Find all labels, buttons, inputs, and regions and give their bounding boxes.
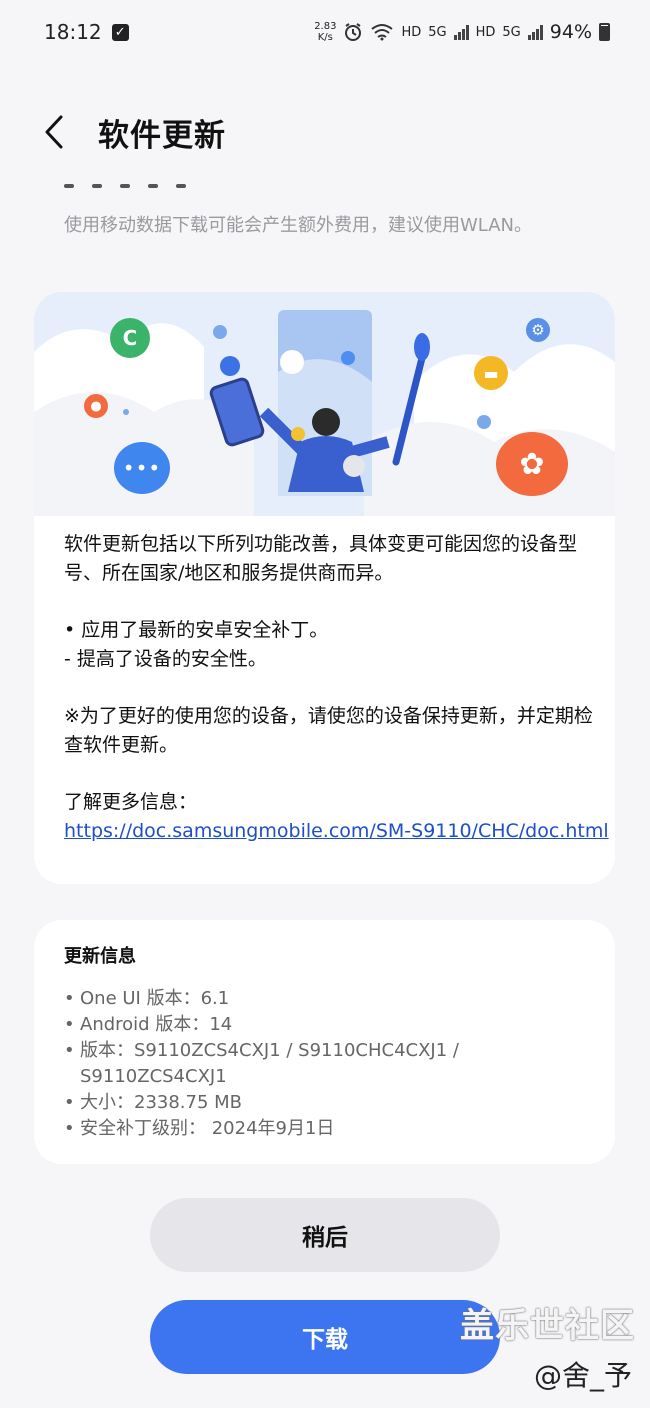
battery-icon: [599, 23, 610, 41]
download-button[interactable]: 下载: [150, 1300, 500, 1374]
back-icon[interactable]: [36, 114, 72, 150]
status-right: 2.83 K/s HD 5G HD 5G 94%: [314, 21, 610, 43]
status-time: 18:12: [44, 20, 102, 44]
header: 软件更新: [36, 100, 226, 164]
list-item: 版本：S9110ZCS4CXJ1 / S9110CHC4CXJ1 / S9110…: [64, 1038, 585, 1090]
data-notice: 使用移动数据下载可能会产生额外费用，建议使用WLAN。: [64, 215, 533, 236]
watermark-user: @舍_予: [534, 1359, 633, 1392]
wifi-icon: [371, 24, 394, 41]
list-item: 安全补丁级别： 2024年9月1日: [64, 1116, 585, 1142]
page-title: 软件更新: [98, 117, 226, 154]
description-intro: 软件更新包括以下所列功能改善，具体变更可能因您的设备型号、所在国家/地区和服务提…: [64, 533, 578, 584]
list-item: Android 版本：14: [64, 1012, 585, 1038]
alarm-icon: [345, 23, 362, 41]
list-item: 大小：2338.75 MB: [64, 1090, 585, 1116]
description-advice: ※为了更好的使用您的设备，请使您的设备保持更新，并定期检查软件更新。: [64, 705, 593, 756]
net-speed-value: 2.83: [314, 21, 337, 32]
doc-link[interactable]: https://doc.samsungmobile.com/SM-S9110/C…: [64, 817, 609, 846]
signal-icon: [527, 24, 543, 40]
signal-icon: [453, 24, 469, 40]
battery-percent: 94%: [549, 21, 592, 43]
net-speed-unit: K/s: [317, 32, 333, 43]
status-bar: 18:12 ✓ 2.83 K/s HD 5G HD 5G 94%: [0, 0, 650, 64]
scrolled-text-fragment: [64, 168, 244, 188]
more-info-label: 了解更多信息：: [64, 791, 198, 813]
info-card: C ● ••• ⚙ ▬ ✿ 软件更新包括以下所列功能改善，具体变更可能因您的设备…: [34, 292, 615, 884]
gear-icon: ⚙: [526, 318, 550, 342]
hd-label-1: HD: [401, 24, 422, 40]
checkbox-icon: ✓: [111, 23, 129, 41]
network-label-1: 5G: [428, 24, 447, 40]
folder-icon: ▬: [474, 356, 508, 390]
update-description: 软件更新包括以下所列功能改善，具体变更可能因您的设备型号、所在国家/地区和服务提…: [64, 530, 609, 846]
person-icon: ●: [84, 394, 108, 418]
update-info-title: 更新信息: [64, 946, 136, 967]
update-info-list: One UI 版本：6.1 Android 版本：14 版本：S9110ZCS4…: [64, 986, 585, 1142]
net-speed: 2.83 K/s: [314, 21, 336, 43]
list-item: One UI 版本：6.1: [64, 986, 585, 1012]
chat-icon: •••: [114, 442, 170, 494]
description-bullet-2: - 提高了设备的安全性。: [64, 648, 267, 670]
phone-icon: C: [110, 318, 150, 358]
later-button[interactable]: 稍后: [150, 1198, 500, 1272]
network-label-2: 5G: [502, 24, 521, 40]
update-info-card: 更新信息 One UI 版本：6.1 Android 版本：14 版本：S911…: [34, 920, 615, 1164]
flower-icon: ✿: [496, 432, 568, 496]
hd-label-2: HD: [475, 24, 496, 40]
hero-illustration: C ● ••• ⚙ ▬ ✿: [34, 292, 615, 516]
watermark-brand: 盖乐世社区: [460, 1306, 635, 1346]
status-left: 18:12 ✓: [44, 20, 129, 44]
description-bullet-1: • 应用了最新的安卓安全补丁。: [64, 619, 329, 641]
